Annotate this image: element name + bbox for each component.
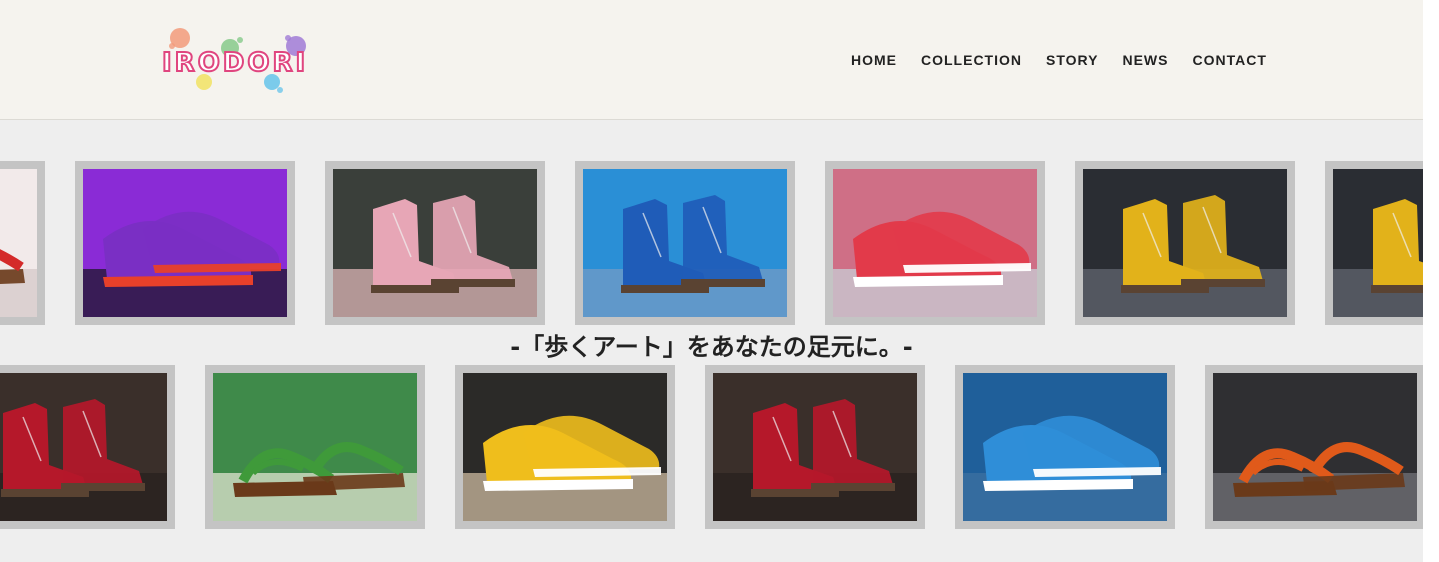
- shoe-image: [833, 169, 1037, 317]
- nav-story[interactable]: STORY: [1046, 52, 1098, 68]
- shoe-image: [1333, 169, 1423, 317]
- shoe-tile-blue-boot[interactable]: [575, 161, 795, 325]
- shoe-photo: [83, 169, 287, 317]
- shoe-photo: [963, 373, 1167, 521]
- shoe-tile-orange-sandal[interactable]: [1205, 365, 1423, 529]
- shoe-photo: [213, 373, 417, 521]
- shoe-tile-red-sneaker[interactable]: [825, 161, 1045, 325]
- shoe-tile-yellow-boot-2[interactable]: [1325, 161, 1423, 325]
- shoe-image: [333, 169, 537, 317]
- shoe-tile-red-sandal[interactable]: [0, 161, 45, 325]
- shoe-image: [963, 373, 1167, 521]
- shoe-photo: [333, 169, 537, 317]
- shoe-photo: [1333, 169, 1423, 317]
- shoe-tile-purple-sneaker[interactable]: [75, 161, 295, 325]
- page: IRODORI HOME COLLECTION STORY NEWS CONTA…: [0, 0, 1423, 562]
- shoe-image: [713, 373, 917, 521]
- shoe-photo: [0, 169, 37, 317]
- shoe-image: [83, 169, 287, 317]
- shoe-image: [1083, 169, 1287, 317]
- shoe-photo: [833, 169, 1037, 317]
- brand-logo[interactable]: IRODORI: [160, 24, 316, 96]
- nav-news[interactable]: NEWS: [1122, 52, 1168, 68]
- shoe-tile-green-sandal[interactable]: [205, 365, 425, 529]
- shoe-photo: [1083, 169, 1287, 317]
- shoe-image: [463, 373, 667, 521]
- tagline: -「歩くアート」をあなたの足元に。-: [510, 333, 913, 361]
- shoe-photo: [0, 373, 167, 521]
- logo-text: IRODORI: [161, 47, 309, 79]
- site-header: IRODORI HOME COLLECTION STORY NEWS CONTA…: [0, 0, 1423, 120]
- shoe-tile-red-boot-2[interactable]: [705, 365, 925, 529]
- shoe-tile-pink-boot[interactable]: [325, 161, 545, 325]
- nav-contact[interactable]: CONTACT: [1192, 52, 1266, 68]
- shoe-image: [213, 373, 417, 521]
- nav-home[interactable]: HOME: [851, 52, 897, 68]
- shoe-image: [583, 169, 787, 317]
- shoe-photo: [583, 169, 787, 317]
- shoe-tile-yellow-boot[interactable]: [1075, 161, 1295, 325]
- shoe-photo: [1213, 373, 1417, 521]
- main-nav: HOME COLLECTION STORY NEWS CONTACT: [851, 52, 1267, 68]
- shoe-photo: [713, 373, 917, 521]
- shoe-tile-red-boot[interactable]: [0, 365, 175, 529]
- shoe-image: [0, 169, 37, 317]
- shoe-tile-yellow-sneaker[interactable]: [455, 365, 675, 529]
- shoe-image: [0, 373, 167, 521]
- shoe-tile-blue-sneaker[interactable]: [955, 365, 1175, 529]
- shoe-image: [1213, 373, 1417, 521]
- shoe-photo: [463, 373, 667, 521]
- nav-collection[interactable]: COLLECTION: [921, 52, 1022, 68]
